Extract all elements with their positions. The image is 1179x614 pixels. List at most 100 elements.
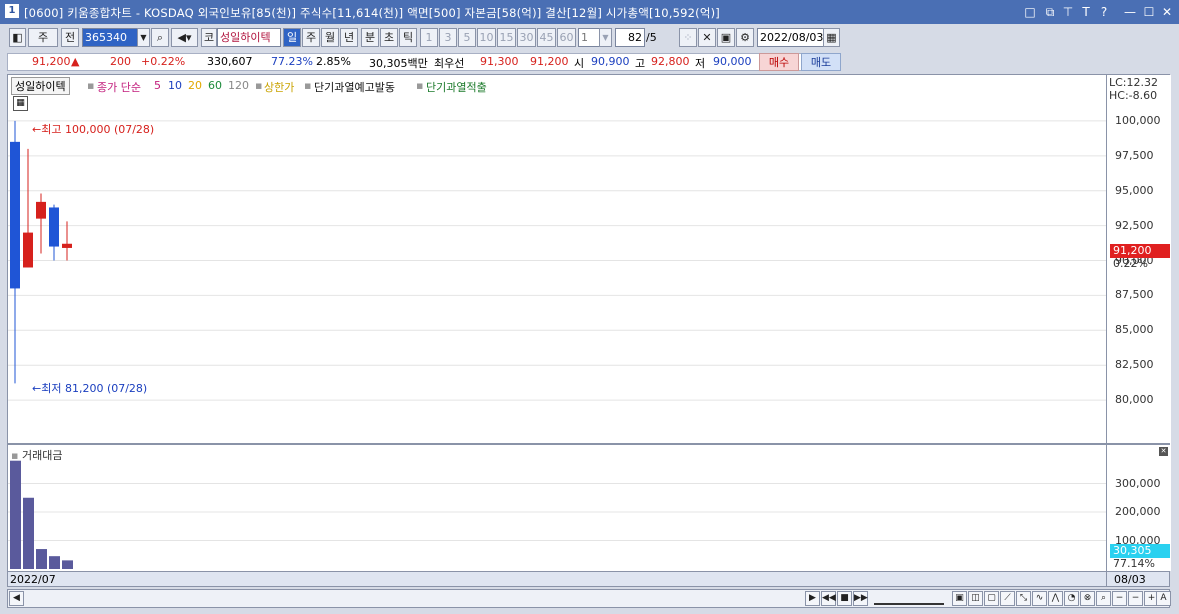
code-dropdown-icon[interactable]: ▼ — [137, 28, 150, 47]
candle-body — [36, 201, 46, 219]
high-annotation: ←최고 100,000 (07/28) — [32, 123, 155, 136]
stock-name-field: 성일하이텍 — [217, 28, 281, 47]
shape-icon[interactable]: ◔ — [1064, 591, 1079, 606]
corp-button[interactable]: 코 — [201, 28, 217, 47]
low-price: 90,000 — [713, 55, 752, 68]
rewind-icon[interactable]: ◀◀ — [821, 591, 836, 606]
min-10-button[interactable]: 10 — [477, 28, 496, 47]
volume-bar — [36, 549, 47, 569]
volume-ratio: 77.23% — [271, 55, 313, 68]
toolbar: ◧ 주 전 365340 ▼ ⌕ ◀▾ 코 성일하이텍 일 주 월 년 분 초 … — [0, 26, 1179, 50]
min-30-button[interactable]: 30 — [517, 28, 536, 47]
calendar-icon[interactable]: ▦ — [823, 28, 840, 47]
date-axis: 2022/07 08/03 — [7, 571, 1170, 587]
help-icon[interactable]: ? — [1096, 4, 1112, 20]
save-icon[interactable]: ▣ — [717, 28, 735, 47]
buy-button[interactable]: 매수 — [759, 53, 799, 71]
volume-tick-label: 300,000 — [1115, 476, 1161, 490]
lc-label: LC:12.32 — [1109, 76, 1159, 89]
link-chart-icon[interactable]: ⊗ — [1080, 591, 1095, 606]
maximize-icon[interactable]: ☐ — [1141, 4, 1157, 20]
volume-tick-label: 200,000 — [1115, 505, 1161, 518]
current-price: 91,200 — [32, 55, 71, 68]
tab-year[interactable]: 년 — [340, 28, 358, 47]
date-start: 2022/07 — [10, 573, 56, 586]
sell-button[interactable]: 매도 — [801, 53, 841, 71]
best-quote-label: 최우선 — [434, 57, 465, 70]
count-input[interactable]: 1 — [578, 28, 600, 47]
volume-title: ▪ 거래대금 — [11, 449, 63, 462]
minimize-icon[interactable]: — — [1122, 4, 1138, 20]
candle-body — [23, 232, 33, 268]
tab-second[interactable]: 초 — [380, 28, 398, 47]
tab-month[interactable]: 월 — [321, 28, 339, 47]
gear-icon[interactable]: ⚙ — [736, 28, 754, 47]
layout-icon[interactable]: ▣ — [952, 591, 967, 606]
chart-scrollbar[interactable]: ◀ ▶ ◀◀ ■ ▶▶ ▣ ◫ ▢ ⟋ ⤡ ∿ ⋀ ◔ ⊗ ⌕ − − + A — [7, 589, 1171, 608]
close-icon[interactable]: ✕ — [1159, 4, 1175, 20]
price-tick-label: 87,500 — [1115, 288, 1154, 302]
high-label: 고 — [635, 57, 646, 70]
type-select[interactable]: 주 — [28, 28, 58, 47]
tab-minute[interactable]: 분 — [361, 28, 379, 47]
chart-panel[interactable]: 성일하이텍 ▪ 종가 단순 5 10 20 60 120 ▪ 상한가 ▪ 단기과… — [7, 74, 1171, 572]
price-bar: 91,200 ▲ 200 +0.22% 330,607 77.23% 2.85%… — [0, 52, 1179, 72]
turnover-rate: 2.85% — [316, 55, 351, 68]
change-value: 200 — [110, 55, 131, 68]
sound-icon[interactable]: ◀▾ — [171, 28, 198, 47]
search-icon[interactable]: ⌕ — [151, 28, 169, 47]
volume-bar — [23, 497, 34, 569]
restore-layout-icon[interactable]: □ — [1022, 4, 1038, 20]
panel-close-icon[interactable]: ✕ — [1159, 447, 1168, 456]
tab-week[interactable]: 주 — [302, 28, 320, 47]
high-price: 92,800 — [651, 55, 690, 68]
crosshair-icon[interactable]: ✕ — [698, 28, 716, 47]
link-icon[interactable]: ⁘ — [679, 28, 697, 47]
open-label: 시 — [574, 57, 585, 70]
fast-forward-icon[interactable]: ▶▶ — [853, 591, 868, 606]
price-tick-label: 97,500 — [1115, 148, 1154, 162]
wave-icon[interactable]: ∿ — [1032, 591, 1047, 606]
min-1-button[interactable]: 1 — [420, 28, 438, 47]
min-15-button[interactable]: 15 — [497, 28, 516, 47]
current-pct-tag: 0.22% — [1113, 257, 1148, 270]
trend-icon[interactable]: ⤡ — [1016, 591, 1031, 606]
stock-code-input[interactable]: 365340 — [82, 28, 138, 47]
window-icon[interactable]: ▢ — [984, 591, 999, 606]
minus-icon[interactable]: − — [1128, 591, 1143, 606]
zoom-slider[interactable] — [874, 593, 944, 605]
min-60-button[interactable]: 60 — [557, 28, 576, 47]
fibo-icon[interactable]: ⋀ — [1048, 591, 1063, 606]
scroll-left-icon[interactable]: ◀ — [9, 591, 24, 606]
count-dropdown-icon[interactable]: ▼ — [599, 28, 612, 47]
stop-icon[interactable]: ■ — [837, 591, 852, 606]
text-icon[interactable]: T — [1078, 4, 1094, 20]
current-amount-tag: 30,305 — [1113, 544, 1152, 557]
min-45-button[interactable]: 45 — [537, 28, 556, 47]
pin-icon[interactable]: ⊤ — [1060, 4, 1076, 20]
min-3-button[interactable]: 3 — [439, 28, 457, 47]
min-5-button[interactable]: 5 — [458, 28, 476, 47]
date-end: 08/03 — [1114, 573, 1146, 586]
change-percent: +0.22% — [141, 55, 186, 68]
price-tick-label: 95,000 — [1115, 183, 1154, 197]
auto-scale-icon[interactable]: A — [1156, 591, 1171, 606]
tab-tick[interactable]: 틱 — [399, 28, 417, 47]
volume-value: 330,607 — [207, 55, 253, 68]
draw-line-icon[interactable]: ⟋ — [1000, 591, 1015, 606]
panel-divider[interactable] — [8, 443, 1170, 445]
date-input[interactable]: 2022/08/03 — [757, 28, 824, 47]
cascade-icon[interactable]: ⧉ — [1042, 4, 1058, 20]
current-amount-pct: 77.14% — [1113, 557, 1155, 570]
zoom-input[interactable]: 82 — [615, 28, 645, 47]
current-price-tag: 91,200 — [1113, 244, 1152, 257]
magnifier-icon[interactable]: ⌕ — [1096, 591, 1111, 606]
prev-button[interactable]: 전 — [61, 28, 79, 47]
zoom-out-icon[interactable]: − — [1112, 591, 1127, 606]
price-tick-label: 92,500 — [1115, 218, 1154, 232]
split-icon[interactable]: ◫ — [968, 591, 983, 606]
tab-day[interactable]: 일 — [283, 28, 301, 47]
scroll-right-icon[interactable]: ▶ — [805, 591, 820, 606]
chart-settings-icon[interactable]: ◧ — [9, 28, 26, 47]
window-title: [0600] 키움종합차트 - KOSDAQ 외국인보유[85(천)] 주식수[… — [24, 6, 720, 20]
